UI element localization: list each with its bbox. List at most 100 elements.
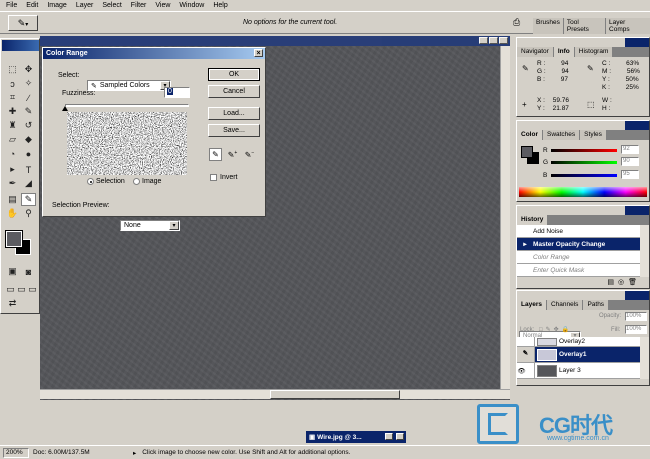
load-button[interactable]: Load...	[208, 107, 260, 120]
fuzziness-field[interactable]: 0	[164, 87, 190, 98]
tab-swatches[interactable]: Swatches	[542, 130, 581, 140]
slice-tool-icon[interactable]: ∕	[21, 91, 36, 104]
palette-well-icon[interactable]: ⎙	[513, 17, 525, 29]
type-tool-icon[interactable]: T	[21, 163, 36, 176]
layer-row-active[interactable]: ✎ Overlay1	[517, 347, 641, 363]
close-button[interactable]	[499, 37, 508, 44]
lasso-tool-icon[interactable]: ↄ	[5, 77, 20, 90]
history-item-active[interactable]: ▸ Master Opacity Change	[517, 238, 641, 251]
dialog-close-button[interactable]: ×	[254, 49, 263, 57]
tab-navigator[interactable]: Navigator	[517, 47, 554, 57]
tab-layer-comps[interactable]: Layer Comps	[606, 18, 650, 34]
ok-button[interactable]: OK	[208, 68, 260, 81]
color-b-field[interactable]: 95	[621, 170, 639, 179]
fuzziness-slider-track[interactable]	[65, 104, 189, 107]
marquee-tool-icon[interactable]: ⬚	[5, 63, 20, 76]
color-spectrum-bar[interactable]	[519, 187, 647, 197]
menu-file[interactable]: File	[6, 2, 17, 9]
history-item[interactable]: Enter Quick Mask	[517, 264, 641, 277]
menu-view[interactable]: View	[155, 2, 170, 9]
menu-select[interactable]: Select	[102, 2, 121, 9]
document-scrollbar-h[interactable]	[40, 389, 510, 399]
minimize-button[interactable]	[479, 37, 488, 44]
status-arrow-icon[interactable]: ▸	[133, 449, 136, 457]
move-tool-icon[interactable]: ✥	[21, 63, 36, 76]
radio-selection[interactable]: Selection	[87, 178, 125, 185]
shape-tool-icon[interactable]: ◢	[21, 177, 36, 190]
history-item[interactable]: Color Range	[517, 251, 641, 264]
minimized-document[interactable]: ▣ Wire.jpg @ 3...	[306, 431, 406, 443]
standard-mode-icon[interactable]: ▣	[5, 265, 20, 278]
zoom-field[interactable]: 200%	[3, 447, 29, 458]
opacity-field[interactable]: 100%	[625, 312, 647, 321]
zoom-tool-icon[interactable]: ⚲	[21, 207, 36, 220]
menu-edit[interactable]: Edit	[26, 2, 38, 9]
history-item[interactable]: Add Noise	[517, 225, 641, 238]
selection-preview-image[interactable]	[67, 112, 187, 175]
tab-styles[interactable]: Styles	[580, 130, 607, 140]
menu-help[interactable]: Help	[213, 2, 227, 9]
color-g-slider[interactable]	[551, 161, 617, 164]
select-dropdown[interactable]: ✎ Sampled Colors ▾	[87, 80, 171, 91]
tab-history[interactable]: History	[517, 215, 549, 225]
document-scrollbar-v[interactable]	[500, 46, 510, 389]
tab-info[interactable]: Info	[553, 47, 575, 57]
tab-histogram[interactable]: Histogram	[574, 47, 614, 57]
blur-tool-icon[interactable]: ◔	[5, 147, 20, 160]
menu-layer[interactable]: Layer	[76, 2, 94, 9]
trash-icon[interactable]: 🗑	[628, 278, 637, 286]
eye-icon[interactable]: 👁	[517, 367, 526, 375]
radio-image[interactable]: Image	[133, 178, 161, 185]
menu-window[interactable]: Window	[179, 2, 204, 9]
scroll-thumb[interactable]	[270, 390, 400, 399]
foreground-color-swatch[interactable]	[5, 230, 23, 248]
quick-mask-icon[interactable]: ◙	[21, 265, 36, 278]
tab-channels[interactable]: Channels	[546, 300, 584, 310]
eraser-tool-icon[interactable]: ▱	[5, 133, 20, 146]
brush-tool-icon[interactable]: ✎	[21, 105, 36, 118]
bucket-tool-icon[interactable]: ◆	[21, 133, 36, 146]
crop-tool-icon[interactable]: ⌗	[5, 91, 20, 104]
layers-scrollbar[interactable]	[640, 337, 649, 379]
eyedropper-minus-icon[interactable]: ✎−	[243, 148, 256, 161]
invert-checkbox[interactable]: Invert	[210, 174, 238, 181]
pen-tool-icon[interactable]: ✒	[5, 177, 20, 190]
fuzziness-slider-thumb[interactable]	[62, 106, 68, 111]
eyedropper-tool-icon[interactable]: ✎	[21, 193, 36, 206]
close-button[interactable]	[396, 433, 404, 440]
menu-image[interactable]: Image	[47, 2, 66, 9]
hand-tool-icon[interactable]: ✋	[5, 207, 20, 220]
fill-field[interactable]: 100%	[625, 325, 647, 334]
layer-row[interactable]: Overlay2	[517, 337, 641, 347]
path-selection-icon[interactable]: ▸	[5, 163, 20, 176]
notes-tool-icon[interactable]: ▤	[5, 193, 20, 206]
tab-layers[interactable]: Layers	[517, 300, 547, 310]
lock-icons[interactable]: □✎✥🔒	[539, 326, 572, 333]
history-brush-icon[interactable]: ↺	[21, 119, 36, 132]
color-b-slider[interactable]	[551, 174, 617, 177]
selection-preview-dropdown[interactable]: None ▾	[120, 220, 180, 231]
history-scrollbar[interactable]	[640, 225, 649, 277]
layer-row[interactable]: 👁 Layer 3	[517, 363, 641, 379]
restore-button[interactable]	[385, 433, 393, 440]
eyedropper-plus-icon[interactable]: ✎+	[226, 148, 239, 161]
eyedropper-icon[interactable]: ✎	[209, 148, 222, 161]
tab-color[interactable]: Color	[517, 130, 543, 140]
healing-brush-icon[interactable]: ✚	[5, 105, 20, 118]
dodge-tool-icon[interactable]: ●	[21, 147, 36, 160]
tab-paths[interactable]: Paths	[583, 300, 610, 310]
cancel-button[interactable]: Cancel	[208, 85, 260, 98]
color-r-field[interactable]: 92	[621, 145, 639, 154]
snapshot-icon[interactable]: ◎	[618, 278, 624, 286]
menu-filter[interactable]: Filter	[131, 2, 147, 9]
new-document-icon[interactable]: ▤	[607, 278, 614, 286]
imageready-icon[interactable]: ⇄	[5, 297, 20, 310]
magic-wand-tool-icon[interactable]: ✧	[21, 77, 36, 90]
color-g-field[interactable]: 90	[621, 157, 639, 166]
save-button[interactable]: Save...	[208, 124, 260, 137]
tool-preset-picker[interactable]: ✎▾	[8, 15, 38, 31]
tab-brushes[interactable]: Brushes	[533, 18, 564, 34]
color-r-slider[interactable]	[551, 149, 617, 152]
stamp-tool-icon[interactable]: ♜	[5, 119, 20, 132]
maximize-button[interactable]	[489, 37, 498, 44]
